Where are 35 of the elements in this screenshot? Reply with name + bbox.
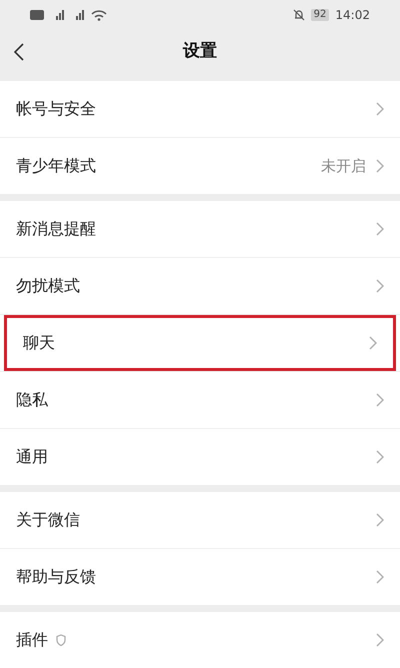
item-label: 新消息提醒 [16, 218, 96, 240]
settings-item[interactable]: 隐私 [0, 372, 400, 428]
settings-item[interactable]: 关于微信 [0, 492, 400, 548]
settings-item[interactable]: 插件 [0, 612, 400, 668]
item-label: 通用 [16, 446, 48, 468]
chevron-icon [376, 450, 384, 464]
item-label: 关于微信 [16, 509, 80, 531]
item-label: 青少年模式 [16, 155, 96, 177]
chevron-icon [369, 336, 377, 350]
item-label: 隐私 [16, 389, 48, 411]
settings-item[interactable]: 新消息提醒 [0, 201, 400, 257]
clock-time: 14:02 [335, 6, 370, 24]
item-label: 插件 [16, 629, 48, 651]
item-label: 勿扰模式 [16, 275, 80, 297]
item-label: 帮助与反馈 [16, 566, 96, 588]
chevron-icon [376, 570, 384, 584]
chevron-icon [376, 393, 384, 407]
chevron-icon [376, 102, 384, 116]
chevron-icon [376, 222, 384, 236]
chevron-icon [376, 633, 384, 647]
bell-off-icon [292, 8, 305, 21]
item-value: 未开启 [321, 156, 366, 177]
settings-item[interactable]: 帐号与安全 [0, 81, 400, 137]
settings-item[interactable]: 通用 [0, 429, 400, 485]
item-label: 聊天 [23, 332, 55, 354]
item-label: 帐号与安全 [16, 98, 96, 120]
page-title: 设置 [183, 40, 217, 64]
chevron-icon [376, 279, 384, 293]
settings-item[interactable]: 青少年模式 未开启 [0, 138, 400, 194]
settings-item[interactable]: 帮助与反馈 [0, 549, 400, 605]
settings-item[interactable]: 聊天 [4, 315, 396, 371]
chevron-icon [376, 159, 384, 173]
chevron-icon [376, 513, 384, 527]
battery-level: 92 [310, 8, 330, 21]
settings-item[interactable]: 勿扰模式 [0, 258, 400, 314]
